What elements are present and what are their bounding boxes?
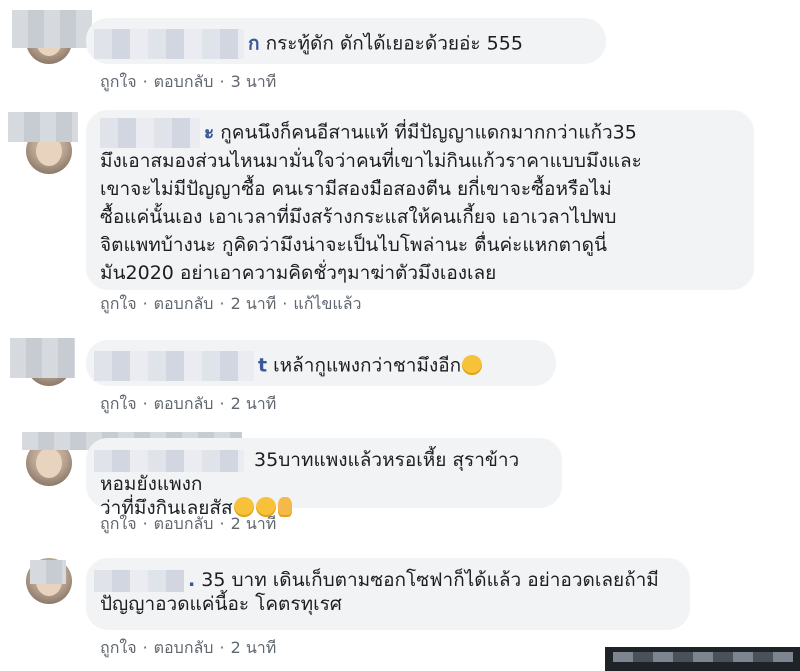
blurred-author-name[interactable] <box>94 351 254 381</box>
timestamp[interactable]: 3 นาที <box>231 72 277 91</box>
reply-link[interactable]: ตอบกลับ <box>154 394 214 413</box>
comment-text: เหล้ากูแพงกว่าชามึงอีก <box>273 354 462 377</box>
reply-link[interactable]: ตอบกลับ <box>154 294 214 313</box>
comment-line: มัน2020 อย่าเอาความคิดชั่วๆมาฆ่าตัวมึงเอ… <box>100 262 497 284</box>
reply-link[interactable]: ตอบกลับ <box>154 514 214 533</box>
comment-actions: ถูกใจ · ตอบกลับ · 2 นาที <box>100 394 277 413</box>
like-link[interactable]: ถูกใจ <box>100 294 137 313</box>
comment-line: ซื้อแค่นั้นเอง เอาเวลาที่มึงสร้างกระแสให… <box>100 206 617 228</box>
timestamp[interactable]: 2 นาที <box>231 294 277 313</box>
blurred-author-name[interactable] <box>94 449 244 472</box>
timestamp[interactable]: 2 นาที <box>231 394 277 413</box>
comment-line: 35 บาท เดินเก็บตามซอกโซฟาก็ได้แล้ว อย่าอ… <box>201 569 659 591</box>
like-link[interactable]: ถูกใจ <box>100 638 137 657</box>
blurred-name <box>12 10 92 48</box>
comment-actions: ถูกใจ · ตอบกลับ · 2 นาที <box>100 638 277 657</box>
blurred-name <box>8 112 78 142</box>
comment-line: เขาจะไม่มีปัญญาซื้อ คนเรามีสองมือสองตีน … <box>100 178 612 200</box>
like-link[interactable]: ถูกใจ <box>100 514 137 533</box>
blurred-name <box>30 560 66 584</box>
comment-bubble: t เหล้ากูแพงกว่าชามึงอีก <box>86 340 556 386</box>
reply-link[interactable]: ตอบกลับ <box>154 638 214 657</box>
timestamp[interactable]: 2 นาที <box>231 514 277 533</box>
rolling-eyes-emoji <box>462 354 483 375</box>
edited-link[interactable]: แก้ไขแล้ว <box>293 294 361 313</box>
comment-actions: ถูกใจ · ตอบกลับ · 2 นาที <box>100 514 277 533</box>
comment-bubble: ก กระทู้ดัก ดักได้เยอะด้วยอ่ะ 555 <box>86 18 606 64</box>
author-name[interactable]: t <box>258 355 267 377</box>
timestamp[interactable]: 2 นาที <box>231 638 277 657</box>
blurred-author-name[interactable] <box>100 118 200 148</box>
blurred-name <box>10 338 75 378</box>
author-name[interactable]: ก <box>248 33 260 55</box>
comment-actions: ถูกใจ · ตอบกลับ · 2 นาที · แก้ไขแล้ว <box>100 294 362 313</box>
reply-link[interactable]: ตอบกลับ <box>154 72 214 91</box>
comment-line: กูคนนึงก็คนอีสานแท้ ที่มีปัญญาแดกมากกว่า… <box>220 121 637 144</box>
like-link[interactable]: ถูกใจ <box>100 394 137 413</box>
middle-finger-emoji <box>277 497 292 517</box>
comment-actions: ถูกใจ · ตอบกลับ · 3 นาที <box>100 72 277 91</box>
comment-bubble: . 35 บาท เดินเก็บตามซอกโซฟาก็ได้แล้ว อย่… <box>86 558 690 630</box>
author-name[interactable]: ะ <box>204 122 214 144</box>
author-name[interactable]: . <box>188 569 195 591</box>
like-link[interactable]: ถูกใจ <box>100 72 137 91</box>
blurred-author-name[interactable] <box>94 29 244 59</box>
blurred-author-name[interactable] <box>94 569 184 592</box>
comment-line: จิตแพทบ้างนะ กูคิดว่ามึงน่าจะเป็นไบโพล่า… <box>100 234 607 256</box>
watermark-overlay <box>605 647 800 671</box>
comment-bubble: 35บาทแพงแล้วหรอเหี้ย สุราข้าวหอมยังแพงก … <box>86 438 562 519</box>
comment-bubble: ะ กูคนนึงก็คนอีสานแท้ ที่มีปัญญาแดกมากกว… <box>86 110 754 290</box>
comment-text: กระทู้ดัก ดักได้เยอะด้วยอ่ะ 555 <box>265 32 523 55</box>
comment-line: ปัญญาอวดแค่นี้อะ โคตรทุเรศ <box>100 593 342 615</box>
comment-line: มึงเอาสมองส่วนไหนมามั่นใจว่าคนที่เขาไม่ก… <box>100 150 642 172</box>
